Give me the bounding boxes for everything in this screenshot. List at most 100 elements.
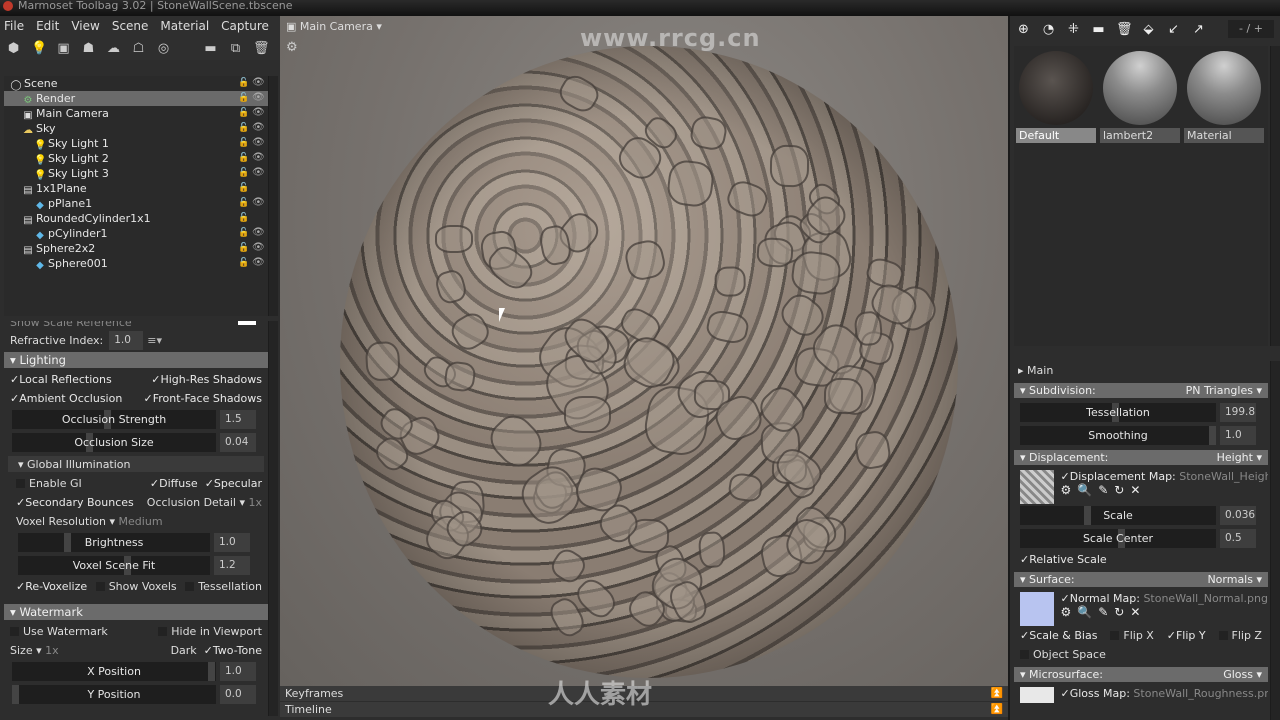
expand-up-icon[interactable]: ⏫ xyxy=(991,702,1003,717)
material-default[interactable]: Default xyxy=(1016,48,1096,144)
checker-icon[interactable]: ⁜ xyxy=(1066,22,1081,37)
watermark-section-header[interactable]: ▾ Watermark xyxy=(4,604,268,620)
y-position-slider[interactable]: Y Position xyxy=(12,685,216,704)
specular-checkbox[interactable]: ✓Specular xyxy=(205,477,262,490)
lock-icon[interactable]: 🔓 xyxy=(238,78,249,88)
re-voxelize-checkbox[interactable]: ✓Re-Voxelize xyxy=(16,580,87,593)
two-tone-checkbox[interactable]: ✓Two-Tone xyxy=(204,644,262,657)
menu-view[interactable]: View xyxy=(71,19,99,33)
size-dropdown[interactable]: Size ▾ 1x xyxy=(10,644,59,657)
x-position-slider[interactable]: X Position xyxy=(12,662,216,681)
tree-item[interactable]: ◆ Sphere001 🔓 👁 xyxy=(4,256,268,271)
camera-selector[interactable]: ▣ Main Camera ▾ xyxy=(286,20,382,33)
slider-knob[interactable] xyxy=(1209,426,1216,445)
light-icon[interactable]: 💡 xyxy=(31,41,47,56)
scale-reference-color-swatch[interactable] xyxy=(238,321,256,325)
lock-icon[interactable]: 🔓 xyxy=(238,123,249,133)
subdivision-mode-dropdown[interactable]: PN Triangles ▾ xyxy=(1186,384,1262,397)
surface-header[interactable]: ▾ Surface: Normals ▾ xyxy=(1014,572,1268,587)
camera-icon[interactable]: ▣ xyxy=(56,41,71,56)
scale-bias-checkbox[interactable]: ✓Scale & Bias xyxy=(1020,629,1097,642)
high-res-shadows-checkbox[interactable]: ✓High-Res Shadows xyxy=(151,373,262,386)
fog-icon[interactable]: ☖ xyxy=(131,41,146,56)
tree-item[interactable]: ▤ 1x1Plane 🔓 xyxy=(4,181,268,196)
visibility-eye-icon[interactable]: 👁 xyxy=(252,108,265,118)
ambient-occlusion-checkbox[interactable]: ✓Ambient Occlusion xyxy=(10,392,122,405)
lock-icon[interactable]: 🔓 xyxy=(238,93,249,103)
reload-icon[interactable]: ↻ xyxy=(1114,605,1130,619)
lock-icon[interactable]: 🔓 xyxy=(238,258,249,268)
tessellation-checkbox[interactable]: Tessellation xyxy=(185,580,262,593)
material-props-scrollbar[interactable] xyxy=(1270,361,1280,720)
relative-scale-checkbox[interactable]: ✓Relative Scale xyxy=(1014,550,1268,569)
gloss-texture-thumbnail[interactable] xyxy=(1020,687,1054,703)
displacement-map-file[interactable]: StoneWall_Height.pn xyxy=(1179,470,1268,483)
visibility-eye-icon[interactable]: 👁 xyxy=(252,243,265,253)
clear-x-icon[interactable]: ✕ xyxy=(1130,605,1146,619)
visibility-eye-icon[interactable]: 👁 xyxy=(252,138,265,148)
visibility-eye-icon[interactable]: 👁 xyxy=(252,78,265,88)
hide-in-viewport-checkbox[interactable]: Hide in Viewport xyxy=(158,625,262,638)
displacement-mode-dropdown[interactable]: Height ▾ xyxy=(1217,451,1262,464)
tessellation-slider[interactable]: Tessellation xyxy=(1020,403,1216,422)
slider-knob[interactable] xyxy=(12,685,19,704)
lock-icon[interactable]: 🔓 xyxy=(238,138,249,148)
gi-section-header[interactable]: ▾ Global Illumination xyxy=(8,456,264,472)
visibility-eye-icon[interactable]: 👁 xyxy=(252,93,265,103)
voxel-scene-fit-field[interactable]: 1.2 xyxy=(214,556,250,575)
clear-x-icon[interactable]: ✕ xyxy=(1130,483,1146,497)
visibility-eye-icon[interactable]: 👁 xyxy=(252,168,265,178)
occlusion-size-field[interactable]: 0.04 xyxy=(220,433,256,452)
object-space-checkbox[interactable]: Object Space xyxy=(1014,645,1268,664)
subdivision-header[interactable]: ▾ Subdivision: PN Triangles ▾ xyxy=(1014,383,1268,398)
brightness-slider[interactable]: Brightness xyxy=(18,533,210,552)
normal-map-file[interactable]: StoneWall_Normal.png xyxy=(1143,592,1268,605)
gloss-map-checkbox[interactable]: ✓Gloss Map: StoneWall_Roughness.png xyxy=(1061,687,1269,700)
flip-z-checkbox[interactable]: Flip Z xyxy=(1218,629,1262,642)
tree-scrollbar[interactable] xyxy=(268,76,278,316)
diffuse-checkbox[interactable]: ✓Diffuse xyxy=(150,477,198,490)
lock-icon[interactable]: 🔓 xyxy=(238,243,249,253)
scale-field[interactable]: 0.036 xyxy=(1220,506,1256,525)
tessellation-field[interactable]: 199.8 xyxy=(1220,403,1256,422)
tree-item[interactable]: ▣ Main Camera 🔓 👁 xyxy=(4,106,268,121)
menu-material[interactable]: Material xyxy=(160,19,209,33)
flip-x-checkbox[interactable]: Flip X xyxy=(1110,629,1154,642)
reload-icon[interactable]: ↻ xyxy=(1114,483,1130,497)
lock-icon[interactable]: 🔓 xyxy=(238,183,249,193)
tree-item[interactable]: ▤ Sphere2x2 🔓 👁 xyxy=(4,241,268,256)
folder-icon[interactable]: ▬ xyxy=(203,41,218,56)
audio-icon[interactable]: ◎ xyxy=(156,41,171,56)
microsurface-mode-dropdown[interactable]: Gloss ▾ xyxy=(1223,668,1262,681)
visibility-eye-icon[interactable]: 👁 xyxy=(252,153,265,163)
normal-map-checkbox[interactable]: ✓Normal Map: StoneWall_Normal.png xyxy=(1061,592,1268,605)
occlusion-detail-dropdown[interactable]: Occlusion Detail ▾ 1x xyxy=(147,496,262,509)
voxel-resolution-dropdown[interactable]: Voxel Resolution ▾ Medium xyxy=(4,512,268,531)
import-icon[interactable]: ↙ xyxy=(1166,22,1181,37)
duplicate-icon[interactable]: ⧉ xyxy=(228,41,243,56)
scale-center-slider[interactable]: Scale Center xyxy=(1020,529,1216,548)
properties-scrollbar[interactable] xyxy=(268,321,278,716)
3d-viewport[interactable]: ▣ Main Camera ▾ ⚙ www.rrcg.cn xyxy=(280,16,1008,686)
front-face-shadows-checkbox[interactable]: ✓Front-Face Shadows xyxy=(143,392,262,405)
lock-icon[interactable]: 🔓 xyxy=(238,198,249,208)
visibility-eye-icon[interactable]: 👁 xyxy=(252,258,265,268)
local-reflections-checkbox[interactable]: ✓Local Reflections xyxy=(10,373,112,386)
visibility-eye-icon[interactable]: 👁 xyxy=(252,123,265,133)
smoothing-slider[interactable]: Smoothing xyxy=(1020,426,1216,445)
tree-item[interactable]: ◆ pCylinder1 🔓 👁 xyxy=(4,226,268,241)
library-scrollbar[interactable] xyxy=(1270,46,1280,346)
secondary-bounces-checkbox[interactable]: ✓Secondary Bounces xyxy=(16,496,134,509)
pick-material-icon[interactable]: ⬙ xyxy=(1141,22,1156,37)
voxel-scene-fit-slider[interactable]: Voxel Scene Fit xyxy=(18,556,210,575)
edit-pencil-icon[interactable]: ✎ xyxy=(1098,483,1114,497)
lock-icon[interactable]: 🔓 xyxy=(238,213,249,223)
tree-item[interactable]: ☁ Sky 🔓 👁 xyxy=(4,121,268,136)
y-position-field[interactable]: 0.0 xyxy=(220,685,256,704)
gloss-map-file[interactable]: StoneWall_Roughness.png xyxy=(1133,687,1268,700)
normal-texture-thumbnail[interactable] xyxy=(1020,592,1054,626)
enable-gi-checkbox[interactable]: Enable GI xyxy=(16,477,82,490)
occlusion-strength-field[interactable]: 1.5 xyxy=(220,410,256,429)
lock-icon[interactable]: 🔓 xyxy=(238,168,249,178)
occlusion-size-slider[interactable]: Occlusion Size xyxy=(12,433,216,452)
